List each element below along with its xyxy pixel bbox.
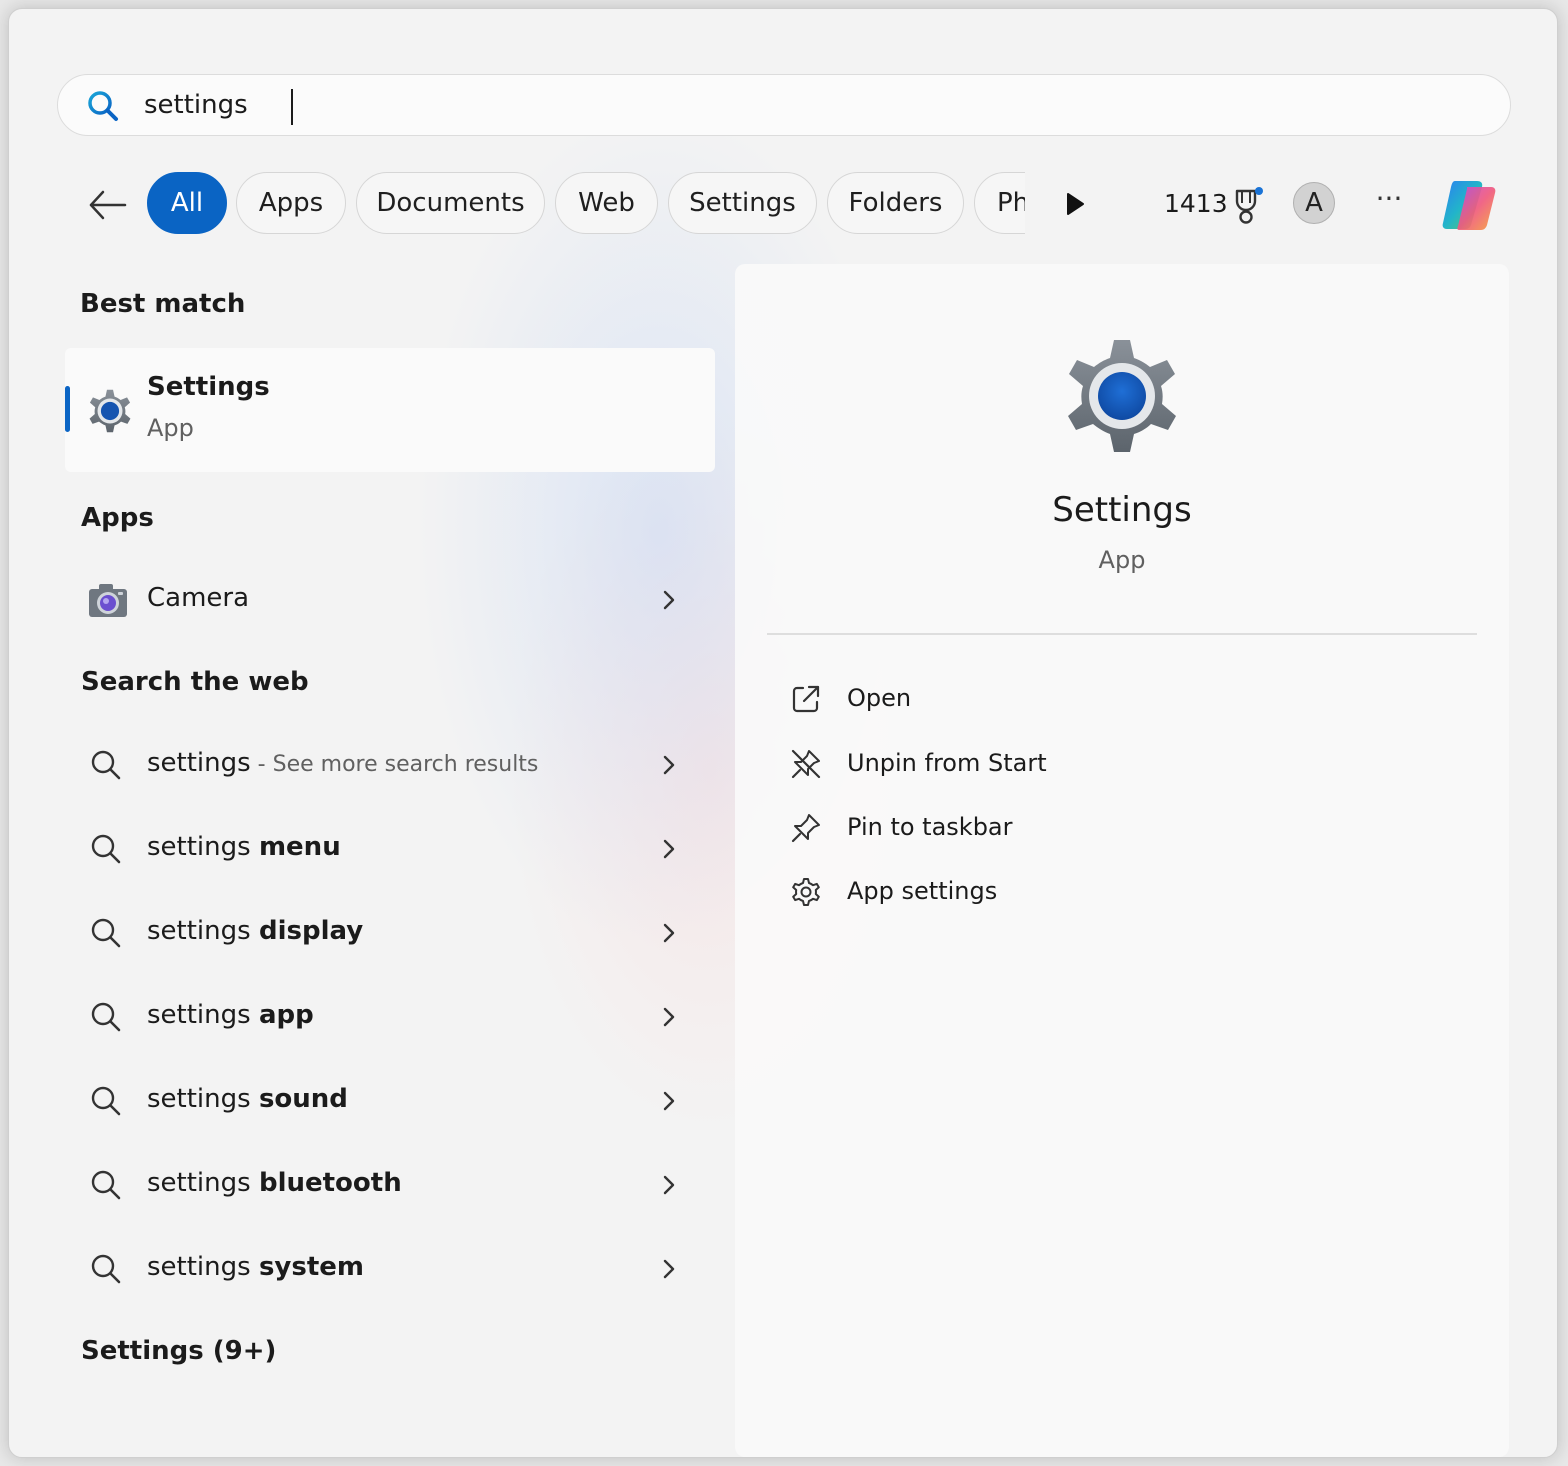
action-label: Pin to taskbar	[847, 813, 1013, 841]
best-match-settings-app[interactable]: Settings App	[65, 348, 715, 472]
app-result-label: Camera	[147, 583, 250, 613]
search-icon	[91, 1002, 121, 1032]
chevron-right-icon	[663, 923, 675, 943]
trophy-icon[interactable]	[1229, 186, 1265, 226]
web-result-text: settings system	[147, 1252, 364, 1282]
search-icon	[91, 1170, 121, 1200]
search-icon	[91, 918, 121, 948]
settings-gear-icon	[89, 389, 131, 433]
copilot-icon[interactable]	[1437, 173, 1501, 237]
web-result-text: settings app	[147, 1000, 314, 1030]
web-hint: - See more search results	[250, 752, 539, 777]
action-pin-to-taskbar[interactable]: Pin to taskbar	[785, 803, 1285, 853]
filter-chips: All Apps Documents Web Settings Folders …	[147, 172, 1025, 236]
web-result-text: settings bluetooth	[147, 1168, 402, 1198]
web-result-settings-display[interactable]: settings display	[65, 898, 715, 968]
web-query-prefix: settings	[147, 916, 259, 946]
web-result-settings-app[interactable]: settings app	[65, 982, 715, 1052]
filter-chip-settings[interactable]: Settings	[668, 172, 817, 234]
search-icon	[88, 91, 118, 121]
search-icon	[91, 834, 121, 864]
chevron-right-icon	[663, 1007, 675, 1027]
filter-chip-photos[interactable]: Ph	[974, 172, 1025, 234]
web-query-prefix: settings	[147, 1084, 259, 1114]
web-result-text: settings display	[147, 916, 363, 946]
web-query-prefix: settings	[147, 1168, 259, 1198]
action-label: Unpin from Start	[847, 749, 1047, 777]
back-arrow-icon[interactable]	[81, 179, 133, 231]
chevron-right-icon	[663, 1175, 675, 1195]
search-icon	[91, 1254, 121, 1284]
web-result-text: settings sound	[147, 1084, 348, 1114]
filter-chip-documents[interactable]: Documents	[356, 172, 545, 234]
chevron-right-icon	[663, 590, 675, 610]
open-external-icon	[792, 685, 820, 713]
more-options-icon[interactable]: ···	[1371, 185, 1407, 217]
web-query-prefix: settings	[147, 1252, 259, 1282]
rewards-points[interactable]: 1413	[1164, 189, 1228, 218]
detail-subtitle: App	[1098, 546, 1146, 574]
text-caret	[291, 89, 293, 125]
settings-section-heading[interactable]: Settings (9+)	[81, 1336, 276, 1366]
search-icon	[91, 750, 121, 780]
action-app-settings[interactable]: App settings	[785, 867, 1285, 917]
detail-title: Settings	[1052, 490, 1192, 530]
best-match-subtitle: App	[147, 414, 194, 442]
best-match-title: Settings	[147, 372, 270, 402]
web-query: settings	[147, 748, 251, 778]
action-label: App settings	[847, 877, 998, 905]
gear-outline-icon	[792, 878, 820, 906]
web-query-suggestion: bluetooth	[258, 1168, 402, 1198]
chevron-right-icon	[663, 1259, 675, 1279]
divider	[767, 633, 1477, 635]
selection-indicator	[65, 386, 70, 432]
chevron-right-icon	[663, 755, 675, 775]
web-query-prefix: settings	[147, 832, 259, 862]
search-input[interactable]	[144, 83, 1474, 127]
web-result-settings-bluetooth[interactable]: settings bluetooth	[65, 1150, 715, 1220]
settings-gear-icon	[1068, 340, 1176, 452]
search-web-heading: Search the web	[81, 667, 309, 697]
apps-heading: Apps	[81, 503, 154, 533]
chevron-right-icon	[663, 839, 675, 859]
best-match-heading: Best match	[80, 289, 246, 319]
action-unpin-from-start[interactable]: Unpin from Start	[785, 739, 1285, 789]
chevron-right-icon	[663, 1091, 675, 1111]
web-result-settings-system[interactable]: settings system	[65, 1234, 715, 1304]
detail-panel: Settings App Open Unpin from Start Pin t…	[735, 264, 1509, 1457]
web-query-prefix: settings	[147, 1000, 259, 1030]
web-query-suggestion: display	[258, 916, 364, 946]
web-result-text: settings - See more search results	[147, 748, 538, 778]
web-result-settings-menu[interactable]: settings menu	[65, 814, 715, 884]
avatar[interactable]: A	[1293, 182, 1335, 224]
web-result-text: settings menu	[147, 832, 341, 862]
pin-icon	[791, 814, 820, 843]
search-icon	[91, 1086, 121, 1116]
unpin-icon	[791, 749, 821, 779]
web-result-see-more[interactable]: settings - See more search results	[65, 730, 715, 800]
action-label: Open	[847, 684, 912, 712]
camera-icon	[89, 584, 127, 617]
filter-chip-folders[interactable]: Folders	[827, 172, 964, 234]
play-more-filters-icon[interactable]	[1061, 189, 1089, 219]
web-query-suggestion: system	[258, 1252, 365, 1282]
web-query-suggestion: app	[258, 1000, 314, 1030]
web-result-settings-sound[interactable]: settings sound	[65, 1066, 715, 1136]
filter-chip-all[interactable]: All	[147, 172, 227, 234]
search-box[interactable]	[57, 74, 1511, 136]
action-open[interactable]: Open	[785, 674, 1285, 724]
web-query-suggestion: sound	[258, 1084, 348, 1114]
filter-chip-web[interactable]: Web	[555, 172, 658, 234]
web-query-suggestion: menu	[258, 832, 341, 862]
filter-chip-apps[interactable]: Apps	[236, 172, 346, 234]
app-result-camera[interactable]: Camera	[65, 565, 715, 635]
start-search-window: All Apps Documents Web Settings Folders …	[8, 8, 1558, 1458]
